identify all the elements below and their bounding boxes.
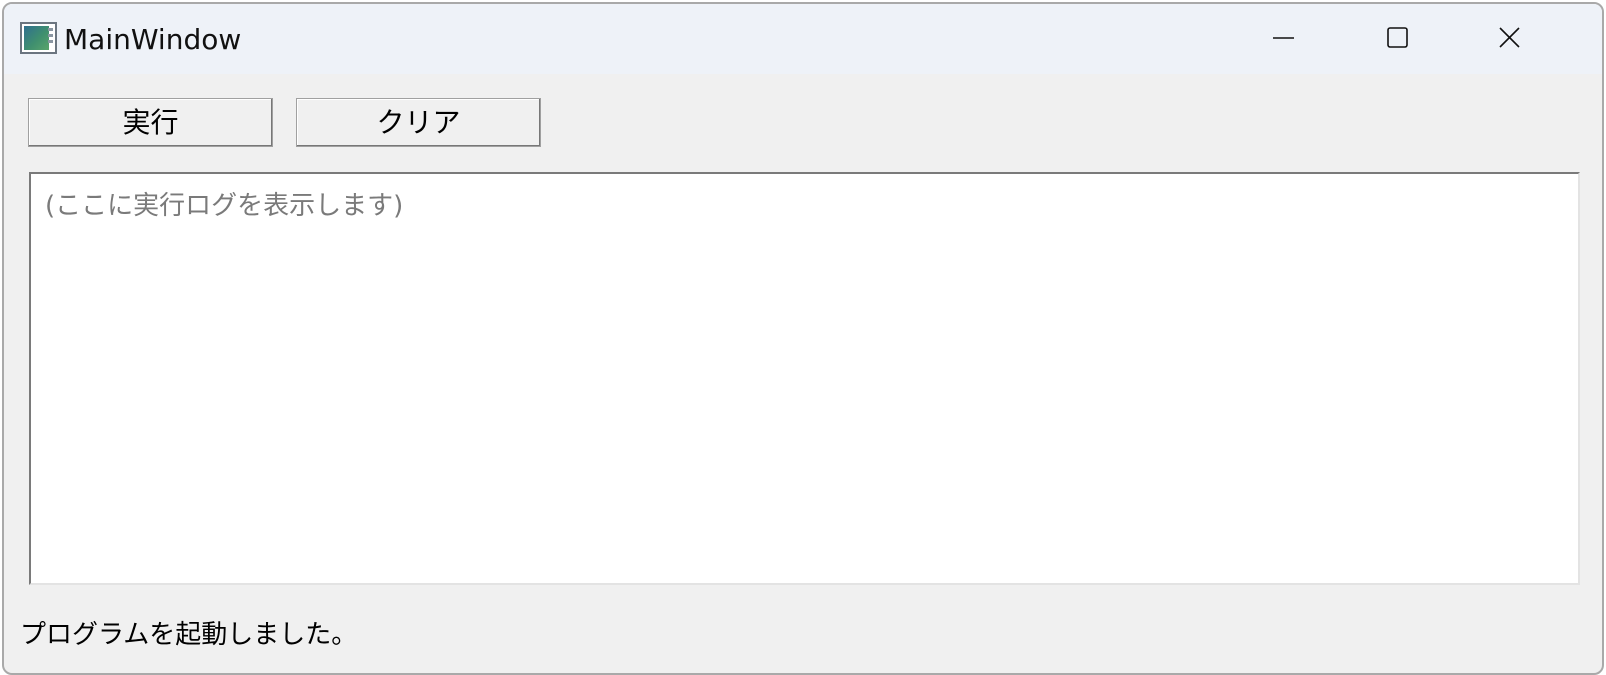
app-icon-bar: [48, 34, 53, 37]
main-window: MainWindow 実行 クリア (ここに実行ログを表示します) プログラムを…: [2, 2, 1604, 675]
clear-button[interactable]: クリア: [296, 98, 541, 147]
status-message: プログラムを起動しました。: [20, 620, 358, 650]
application-window-icon[interactable]: [20, 22, 57, 54]
minimize-icon: [1273, 37, 1294, 39]
app-icon-bar: [48, 40, 53, 43]
maximize-button[interactable]: [1340, 4, 1454, 74]
app-icon-pane: [24, 26, 49, 50]
minimize-button[interactable]: [1226, 4, 1340, 74]
close-button[interactable]: [1454, 4, 1568, 74]
app-icon-bar: [48, 28, 53, 31]
window-title: MainWindow: [64, 23, 242, 56]
maximize-icon: [1387, 27, 1408, 48]
log-textbox[interactable]: (ここに実行ログを表示します): [29, 172, 1580, 585]
log-placeholder: (ここに実行ログを表示します): [45, 191, 404, 221]
title-bar[interactable]: MainWindow: [4, 4, 1602, 74]
run-button[interactable]: 実行: [28, 98, 273, 147]
close-icon: [1499, 27, 1520, 48]
